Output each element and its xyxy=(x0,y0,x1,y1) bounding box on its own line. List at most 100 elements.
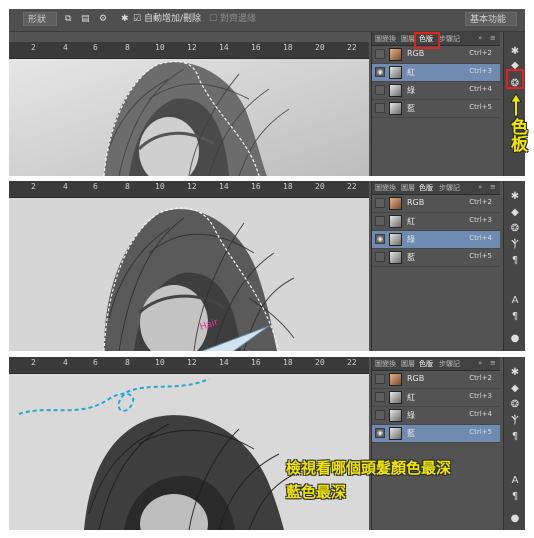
brush-icon[interactable]: ¶ xyxy=(509,431,521,443)
tab-layers[interactable]: 圖層 xyxy=(401,359,415,369)
screenshot-panel-1: 形狀 ⧉ ▤ ⚙ ✱ ☑ 自動增加/刪除 ☐ 對齊邊緣 基本功能 2 4 6 8… xyxy=(9,9,525,176)
channel-shortcut: Ctrl+2 xyxy=(469,49,492,57)
channel-thumbnail xyxy=(389,409,402,422)
visibility-eye-icon[interactable] xyxy=(375,252,385,262)
brush-icon[interactable]: ¶ xyxy=(509,255,521,267)
tab-layers[interactable]: 圖層 xyxy=(401,34,415,44)
tab-layers[interactable]: 圖層 xyxy=(401,183,415,193)
visibility-eye-icon[interactable] xyxy=(375,374,385,384)
channel-name: 綠 xyxy=(407,86,415,95)
tab-channels[interactable]: 色版 xyxy=(419,183,433,193)
tab-adjustments[interactable]: 圖變換 xyxy=(375,34,396,44)
channels-panel: 圖變換 圖層 色版 步驟記 » ≡ RGB Ctrl+2 紅 Ctrl+3 綠 Ctr… xyxy=(371,357,500,530)
channel-shortcut: Ctrl+4 xyxy=(469,234,492,242)
channel-row-blue[interactable]: 藍 Ctrl+5 xyxy=(372,249,500,267)
channels-panel: 圖變換 圖層 色版 步驟記 » ≡ RGB Ctrl+2 ◉ 紅 Ctrl+3 綠 Ct… xyxy=(371,32,500,176)
workspace-select[interactable]: 基本功能 xyxy=(465,12,517,26)
panel-menu-icon[interactable]: ≡ xyxy=(490,359,496,367)
star-adjust-icon[interactable]: ✱ xyxy=(509,367,521,379)
character-icon[interactable]: A xyxy=(509,475,521,487)
channels-tab-highlight xyxy=(414,32,440,49)
channel-shortcut: Ctrl+3 xyxy=(469,216,492,224)
star-adjust-icon[interactable]: ✱ xyxy=(509,191,521,203)
portrait-hair-image xyxy=(9,59,369,176)
paragraph-icon[interactable]: ¶ xyxy=(509,491,521,503)
channel-panel-label: 色板 xyxy=(507,118,527,152)
image-canvas[interactable] xyxy=(9,374,369,530)
auto-add-checkbox[interactable]: ☑ xyxy=(133,12,141,27)
horizontal-ruler: 2 4 6 8 10 12 14 16 18 20 22 xyxy=(9,357,369,374)
visibility-eye-icon[interactable]: ◉ xyxy=(375,428,385,438)
horizontal-ruler: 2 4 6 8 10 12 14 16 18 20 22 xyxy=(9,181,369,198)
panel-menu-icon[interactable]: ≡ xyxy=(490,183,496,191)
visibility-eye-icon[interactable] xyxy=(375,410,385,420)
panel-collapse-icon[interactable]: » xyxy=(478,34,482,42)
channel-shortcut: Ctrl+4 xyxy=(469,410,492,418)
up-arrow-icon xyxy=(509,92,523,118)
tab-adjustments[interactable]: 圖變換 xyxy=(375,183,396,193)
image-canvas[interactable]: Hair xyxy=(9,198,369,351)
channel-shortcut: Ctrl+4 xyxy=(469,85,492,93)
panel-menu-icon[interactable]: ≡ xyxy=(490,34,496,42)
channel-row-green[interactable]: 綠 Ctrl+4 xyxy=(372,407,500,425)
channel-shortcut: Ctrl+3 xyxy=(469,67,492,75)
star-adjust-icon[interactable]: ✱ xyxy=(509,46,521,58)
layers-icon[interactable]: ◆ xyxy=(509,207,521,219)
info-icon[interactable]: ● xyxy=(509,333,521,345)
visibility-eye-icon[interactable]: ◉ xyxy=(375,234,385,244)
tab-history[interactable]: 步驟記 xyxy=(439,183,460,193)
channel-row-blue[interactable]: ◉ 藍 Ctrl+5 xyxy=(372,425,500,443)
info-icon[interactable]: ● xyxy=(509,513,521,525)
channel-thumbnail xyxy=(389,102,402,115)
portrait-hair-image xyxy=(9,374,369,530)
feather-shape-button[interactable]: 形狀 xyxy=(23,12,57,26)
align-icon[interactable]: ▤ xyxy=(81,12,90,27)
visibility-eye-icon[interactable] xyxy=(375,103,385,113)
layers-icon[interactable]: ◆ xyxy=(509,383,521,395)
visibility-eye-icon[interactable]: ◉ xyxy=(375,67,385,77)
visibility-eye-icon[interactable] xyxy=(375,198,385,208)
channel-name: RGB xyxy=(407,374,425,383)
settings-gear-icon[interactable]: ✱ xyxy=(121,12,129,27)
channel-row-red[interactable]: 紅 Ctrl+3 xyxy=(372,389,500,407)
paths-icon[interactable]: Ⲯ xyxy=(509,239,521,251)
tab-history[interactable]: 步驟記 xyxy=(439,34,460,44)
panel-collapse-icon[interactable]: » xyxy=(478,183,482,191)
instruction-text-line2: 藍色最深 xyxy=(286,483,347,501)
channel-thumbnail xyxy=(389,197,402,210)
visibility-eye-icon[interactable] xyxy=(375,216,385,226)
visibility-eye-icon[interactable] xyxy=(375,49,385,59)
channel-row-green[interactable]: 綠 Ctrl+4 xyxy=(372,82,500,100)
options-bar: 形狀 ⧉ ▤ ⚙ ✱ ☑ 自動增加/刪除 ☐ 對齊邊緣 基本功能 xyxy=(9,9,525,32)
channel-row-green[interactable]: ◉ 綠 Ctrl+4 xyxy=(372,231,500,249)
tab-channels[interactable]: 色版 xyxy=(419,359,433,369)
channel-shortcut: Ctrl+5 xyxy=(469,252,492,260)
channels-icon[interactable]: ❂ xyxy=(509,399,521,411)
channel-name: 紅 xyxy=(407,393,415,402)
visibility-eye-icon[interactable] xyxy=(375,85,385,95)
channel-row-red[interactable]: 紅 Ctrl+3 xyxy=(372,213,500,231)
path-ops-icon[interactable]: ⧉ xyxy=(65,12,71,27)
channel-thumbnail xyxy=(389,427,402,440)
align-edges-checkbox[interactable]: ☐ xyxy=(209,12,217,27)
instruction-text-line1: 檢視看哪個頭髮顏色最深 xyxy=(286,459,452,477)
channel-name: 綠 xyxy=(407,411,415,420)
image-canvas[interactable] xyxy=(9,59,369,176)
channel-thumbnail xyxy=(389,66,402,79)
paragraph-icon[interactable]: ¶ xyxy=(509,311,521,323)
channel-row-blue[interactable]: 藍 Ctrl+5 xyxy=(372,100,500,118)
tab-history[interactable]: 步驟記 xyxy=(439,359,460,369)
visibility-eye-icon[interactable] xyxy=(375,392,385,402)
character-icon[interactable]: A xyxy=(509,295,521,307)
panel-collapse-icon[interactable]: » xyxy=(478,359,482,367)
channel-name: RGB xyxy=(407,198,425,207)
tab-adjustments[interactable]: 圖變換 xyxy=(375,359,396,369)
arrange-icon[interactable]: ⚙ xyxy=(99,12,107,27)
channel-row-rgb[interactable]: RGB Ctrl+2 xyxy=(372,195,500,213)
channels-panel: 圖變換 圖層 色版 步驟記 » ≡ RGB Ctrl+2 紅 Ctrl+3 ◉ 綠 Ct… xyxy=(371,181,500,351)
channel-row-red[interactable]: ◉ 紅 Ctrl+3 xyxy=(372,64,500,82)
channels-icon[interactable]: ❂ xyxy=(509,223,521,235)
paths-icon[interactable]: Ⲯ xyxy=(509,415,521,427)
channel-row-rgb[interactable]: RGB Ctrl+2 xyxy=(372,371,500,389)
channel-thumbnail xyxy=(389,84,402,97)
